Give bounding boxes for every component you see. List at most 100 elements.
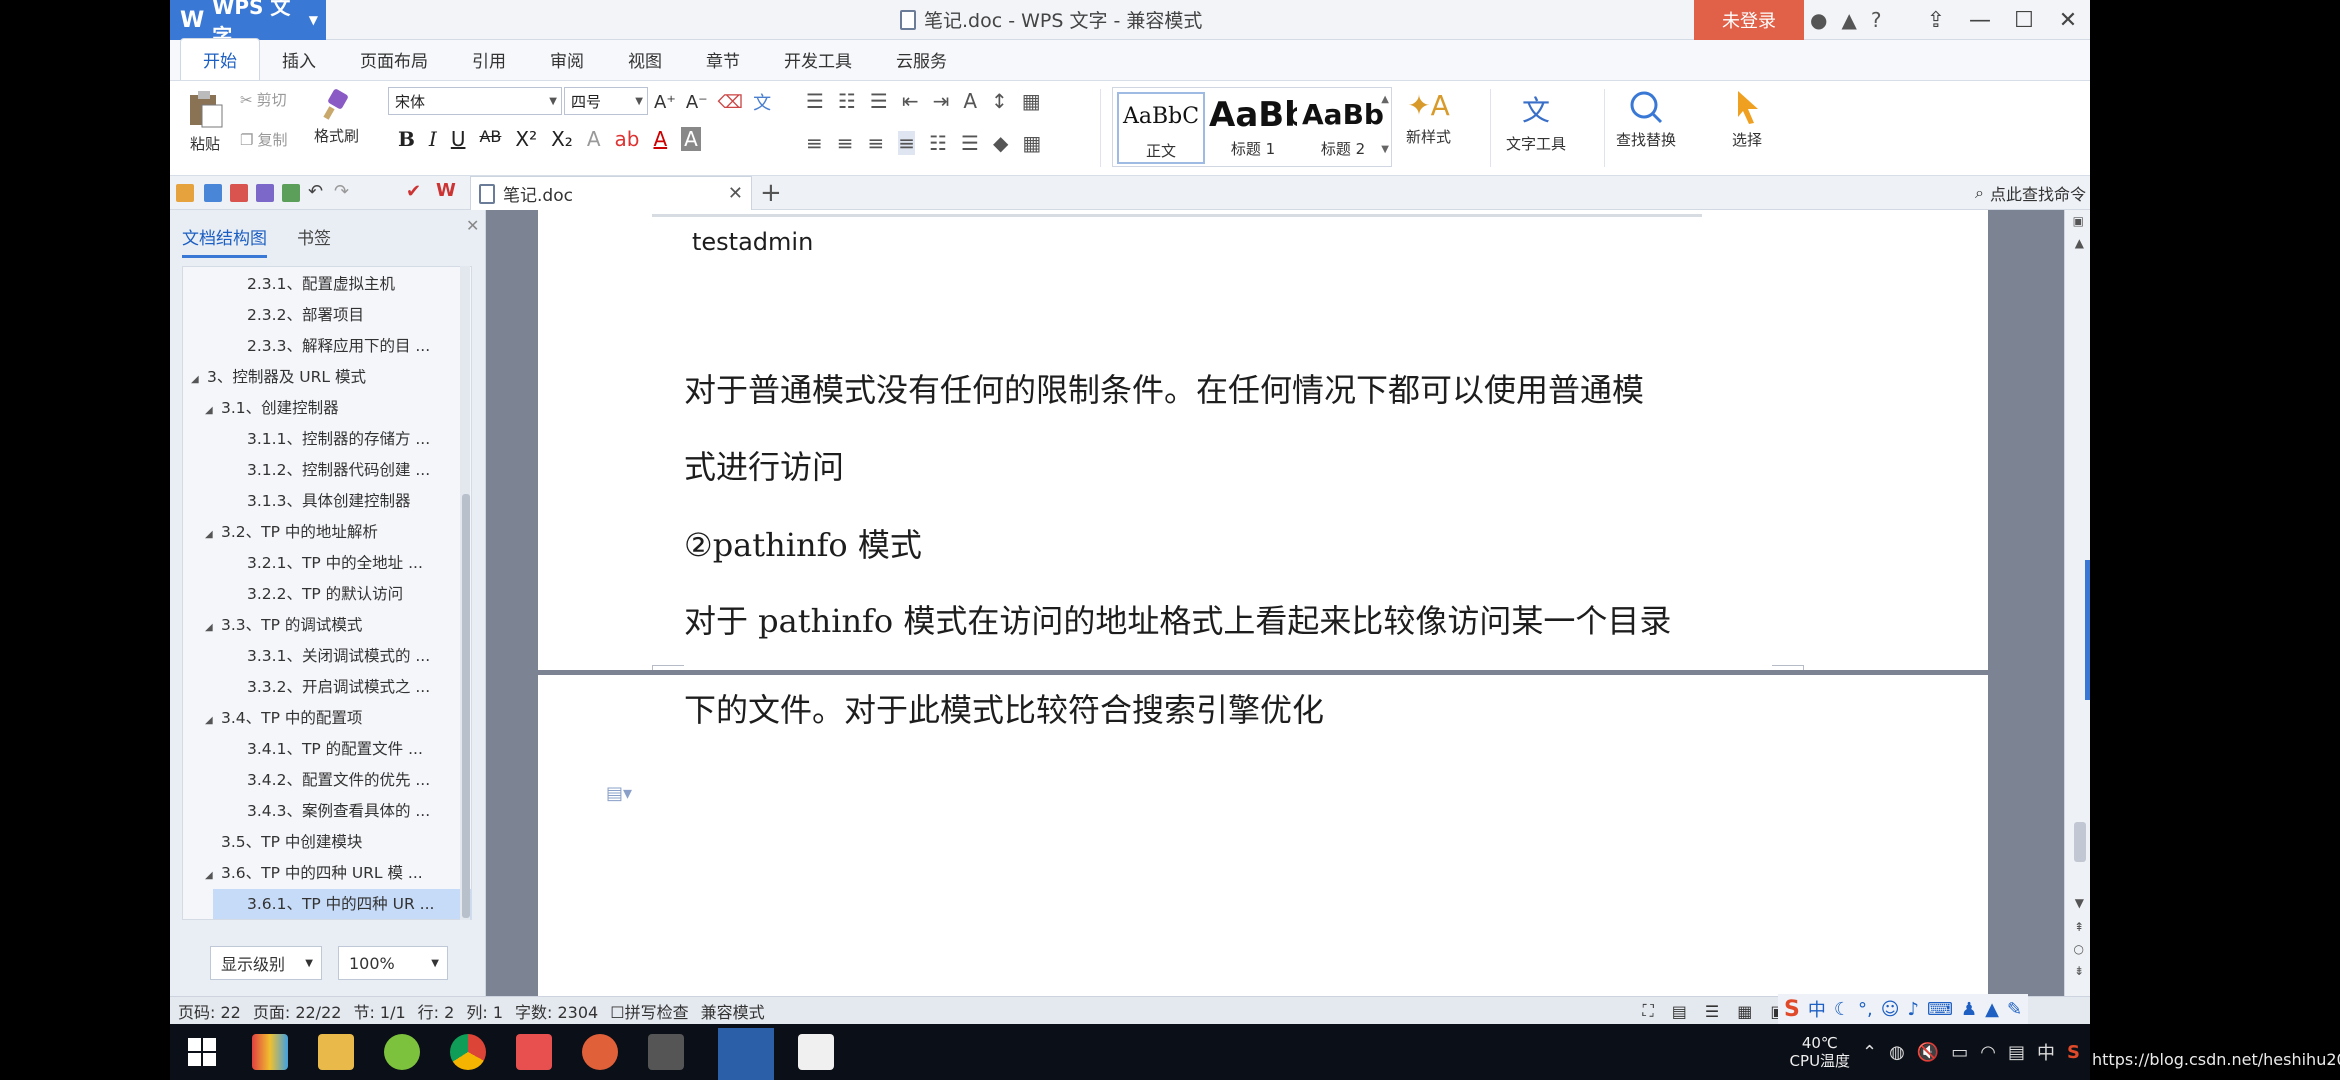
green-app-icon[interactable]: [384, 1034, 420, 1070]
doc-paragraph-line-4[interactable]: 对于 pathinfo 模式在访问的地址格式上看起来比较像访问某一个目录: [684, 596, 1671, 642]
multilevel-list-icon[interactable]: ☰: [870, 89, 888, 113]
outline-item[interactable]: 3.6.1、TP 中的四种 UR ...: [213, 889, 471, 919]
volume-mute-icon[interactable]: 🔇: [1917, 1042, 1939, 1063]
outline-item[interactable]: ◢ 3.2、TP 中的地址解析: [183, 517, 471, 547]
bullet-list-icon[interactable]: ☰: [806, 89, 824, 113]
outline-item[interactable]: 2.3.3、解释应用下的目 ...: [183, 331, 471, 361]
outline-item[interactable]: 2.3.1、配置虚拟主机: [183, 269, 471, 299]
tab-developer[interactable]: 开发工具: [762, 47, 874, 80]
grow-font-icon[interactable]: A⁺: [654, 92, 676, 113]
wrench-icon[interactable]: ✎: [2007, 999, 2022, 1020]
spell-check-toggle[interactable]: ☐拼写检查: [610, 999, 688, 1023]
tab-document-map[interactable]: 文档结构图: [182, 224, 267, 258]
punctuation-icon[interactable]: °,: [1858, 999, 1873, 1020]
outline-view-icon[interactable]: ☰: [1705, 1002, 1719, 1021]
outline-item[interactable]: ◢ 3.3、TP 的调试模式: [183, 610, 471, 640]
scroll-down-icon[interactable]: ▼: [2075, 896, 2084, 910]
find-replace-button[interactable]: 查找替换: [1616, 89, 1676, 150]
font-color-icon[interactable]: A: [653, 127, 667, 151]
decrease-indent-icon[interactable]: ⇤: [902, 89, 919, 113]
font-name-select[interactable]: 宋体 ▼: [388, 87, 562, 115]
superscript-icon[interactable]: X²: [515, 127, 537, 151]
web-view-icon[interactable]: ▦: [1737, 1002, 1752, 1021]
paste-button[interactable]: 粘贴: [180, 89, 230, 154]
line-spacing-icon[interactable]: ☰: [961, 131, 979, 155]
level-select[interactable]: 显示级别 ▼: [210, 946, 322, 980]
char-shading-icon[interactable]: A: [681, 127, 701, 151]
sort-icon[interactable]: ↕: [991, 89, 1008, 113]
doc-paragraph-line-3[interactable]: ②pathinfo 模式: [684, 520, 922, 566]
browse-object-icon[interactable]: ○: [2074, 942, 2084, 956]
justify-icon[interactable]: ≡: [898, 131, 916, 155]
export-pdf-icon[interactable]: [230, 184, 248, 202]
maximize-button[interactable]: ☐: [2002, 0, 2046, 40]
new-tab-button[interactable]: +: [760, 178, 782, 208]
gallery-expand-icon[interactable]: ▼: [1381, 144, 1389, 155]
highlight-icon[interactable]: ab: [615, 127, 640, 151]
notification-icon[interactable]: ▤: [2008, 1042, 2025, 1063]
outline-item[interactable]: 3.2.2、TP 的默认访问: [183, 579, 471, 609]
ime-language[interactable]: 中: [1808, 996, 1826, 1022]
help-tool-icon[interactable]: [798, 1034, 834, 1070]
collapse-triangle-icon[interactable]: ◢: [205, 613, 221, 640]
paragraph-marker-icon[interactable]: ▤▾: [606, 783, 632, 804]
collapse-triangle-icon[interactable]: ◢: [191, 365, 207, 392]
gallery-scroll-up-icon[interactable]: ▲: [1381, 94, 1389, 105]
align-center-icon[interactable]: ≡: [837, 131, 854, 155]
outline-item[interactable]: 3.3.2、开启调试模式之 ...: [183, 672, 471, 702]
print-preview-icon[interactable]: [282, 184, 300, 202]
outline-item[interactable]: 3.1.2、控制器代码创建 ...: [183, 455, 471, 485]
tab-home[interactable]: 开始: [180, 38, 260, 80]
outline-item[interactable]: 3.4.1、TP 的配置文件 ...: [183, 734, 471, 764]
tab-view[interactable]: 视图: [606, 47, 684, 80]
doc-paragraph-line-2[interactable]: 式进行访问: [684, 442, 844, 488]
scroll-up-icon[interactable]: ▲: [2075, 236, 2084, 250]
tray-expand-icon[interactable]: ⌃: [1862, 1042, 1877, 1063]
copy-button[interactable]: ❐ 复制: [240, 129, 287, 150]
undo-icon[interactable]: ↶: [308, 181, 326, 202]
close-tab-icon[interactable]: ✕: [728, 183, 743, 204]
shirt-icon[interactable]: ▲: [1841, 8, 1856, 32]
tray-language[interactable]: 中: [2037, 1039, 2055, 1065]
check-icon[interactable]: ✔: [406, 181, 424, 202]
wps-w-icon[interactable]: W: [436, 180, 456, 201]
tab-review[interactable]: 审阅: [528, 47, 606, 80]
restore-ribbon-icon[interactable]: ⇪: [1914, 0, 1958, 40]
select-button[interactable]: 选择: [1732, 89, 1762, 150]
outline-item[interactable]: 3.1.3、具体创建控制器: [183, 486, 471, 516]
status-word-count[interactable]: 字数: 2304: [515, 999, 598, 1023]
emoji-icon[interactable]: ☺: [1881, 999, 1900, 1020]
redo-icon[interactable]: ↷: [334, 181, 352, 202]
distribute-icon[interactable]: ☷: [929, 131, 947, 155]
font-size-select[interactable]: 四号 ▼: [564, 87, 648, 115]
cut-button[interactable]: ✂ 剪切: [240, 89, 287, 110]
text-effect-icon[interactable]: A: [587, 127, 601, 151]
close-pane-icon[interactable]: ✕: [466, 216, 479, 235]
save-icon[interactable]: [204, 184, 222, 202]
scroll-top-icon[interactable]: ▣: [2073, 214, 2084, 228]
skin-icon[interactable]: ●: [1810, 8, 1827, 32]
snail-app-icon[interactable]: [582, 1034, 618, 1070]
outline-item[interactable]: 3.2.1、TP 中的全地址 ...: [183, 548, 471, 578]
phonetic-icon[interactable]: 文: [753, 89, 771, 115]
text-tools-button[interactable]: 文 文字工具: [1506, 89, 1566, 154]
shading-icon[interactable]: ◆: [993, 131, 1008, 155]
close-button[interactable]: ✕: [2046, 0, 2090, 40]
bold-icon[interactable]: B: [398, 127, 415, 151]
tab-references[interactable]: 引用: [450, 47, 528, 80]
battery-icon[interactable]: ▭: [1951, 1042, 1968, 1063]
help-button[interactable]: ?: [1871, 8, 1882, 32]
doc-paragraph-line-1[interactable]: 对于普通模式没有任何的限制条件。在任何情况下都可以使用普通模: [684, 365, 1644, 411]
tab-insert[interactable]: 插入: [260, 47, 338, 80]
doc-paragraph-line-5[interactable]: 下的文件。对于此模式比较符合搜索引擎优化: [684, 685, 1324, 731]
editor-icon[interactable]: [516, 1034, 552, 1070]
login-button[interactable]: 未登录: [1694, 0, 1804, 40]
wifi-icon[interactable]: ◠: [1980, 1042, 1996, 1063]
print-icon[interactable]: [256, 184, 274, 202]
clear-format-icon[interactable]: ⌫: [718, 92, 743, 113]
outline-item[interactable]: 3.3.1、关闭调试模式的 ...: [183, 641, 471, 671]
subscript-icon[interactable]: X₂: [551, 127, 573, 151]
align-left-icon[interactable]: ≡: [806, 131, 823, 155]
document-tab[interactable]: 笔记.doc ✕: [470, 176, 752, 210]
collapse-triangle-icon[interactable]: ◢: [205, 706, 221, 733]
